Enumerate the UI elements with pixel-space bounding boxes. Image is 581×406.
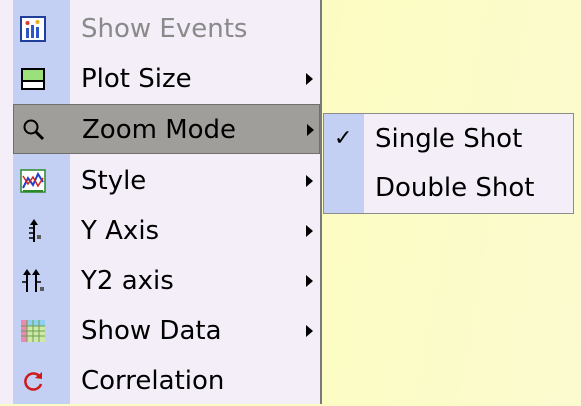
menu-item-show-data[interactable]: Show Data bbox=[13, 306, 320, 356]
submenu-arrow-icon bbox=[306, 175, 313, 187]
menu-item-plot-size[interactable]: Plot Size bbox=[13, 54, 320, 104]
menu-item-correlation[interactable]: Correlation bbox=[13, 356, 320, 406]
submenu-arrow-icon bbox=[306, 73, 313, 85]
menu-item-label: Style bbox=[81, 166, 147, 196]
menu-item-y2-axis[interactable]: Y2 axis bbox=[13, 256, 320, 306]
menu-item-label: Show Data bbox=[81, 316, 222, 346]
menu-item-show-events[interactable]: Show Events bbox=[13, 4, 320, 54]
checkmark-icon: ✓ bbox=[334, 126, 353, 151]
submenu-arrow-icon bbox=[306, 325, 313, 337]
submenu-arrow-icon bbox=[306, 225, 313, 237]
submenu-arrow-icon bbox=[306, 275, 313, 287]
menu-item-label: Show Events bbox=[81, 14, 248, 44]
menu-item-zoom-mode[interactable]: Zoom Mode bbox=[13, 104, 320, 154]
submenu-item-double-shot[interactable]: Double Shot bbox=[324, 163, 573, 213]
magnifier-icon bbox=[20, 116, 48, 144]
plot-size-icon bbox=[19, 65, 47, 93]
refresh-icon bbox=[19, 367, 47, 395]
menu-item-label: Y Axis bbox=[81, 216, 160, 246]
zoom-mode-submenu: ✓ Single Shot Double Shot bbox=[323, 113, 574, 214]
menu-item-label: Y2 axis bbox=[81, 266, 174, 296]
submenu-item-label: Single Shot bbox=[375, 124, 523, 154]
menu-item-label: Zoom Mode bbox=[82, 115, 237, 145]
menu-item-style[interactable]: Style bbox=[13, 156, 320, 206]
submenu-item-label: Double Shot bbox=[375, 173, 535, 203]
data-grid-icon bbox=[19, 317, 47, 345]
submenu-arrow-icon bbox=[307, 124, 314, 136]
y-axis-icon bbox=[19, 217, 47, 245]
context-menu: Show Events Plot Size Zoom Mode Style Y … bbox=[0, 0, 322, 404]
menu-item-label: Correlation bbox=[81, 366, 225, 396]
menu-item-y-axis[interactable]: Y Axis bbox=[13, 206, 320, 256]
y2-axis-icon bbox=[19, 267, 47, 295]
menu-item-label: Plot Size bbox=[81, 64, 192, 94]
submenu-item-single-shot[interactable]: ✓ Single Shot bbox=[324, 114, 573, 164]
style-chart-icon bbox=[19, 167, 47, 195]
show-events-icon bbox=[19, 15, 47, 43]
